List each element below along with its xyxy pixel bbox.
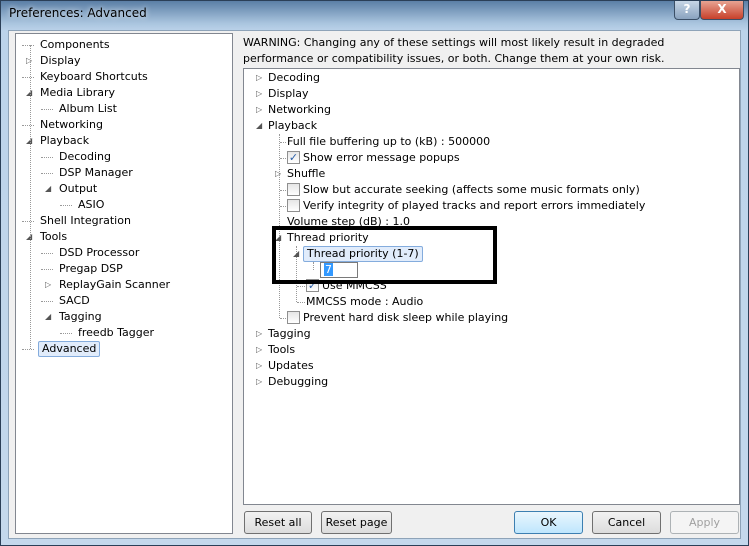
help-button[interactable]: ? — [674, 1, 700, 20]
warning-text: WARNING: Changing any of these settings … — [243, 36, 665, 65]
cancel-button[interactable]: Cancel — [592, 511, 661, 534]
page-tree-label: Keyboard Shortcuts — [40, 70, 148, 83]
slow-seek-label: Slow but accurate seeking (affects some … — [303, 183, 640, 196]
expand-icon[interactable]: ▷ — [256, 358, 264, 374]
page-tree-label: SACD — [59, 294, 90, 307]
page-tree-item[interactable]: ◢ Media Library — [26, 85, 115, 101]
page-tree-label: Media Library — [40, 86, 115, 99]
page-tree-label: freedb Tagger — [78, 326, 155, 339]
setting-buffering[interactable]: Full file buffering up to (kB) : 500000 — [287, 134, 490, 150]
node-tagging[interactable]: Tagging — [268, 327, 311, 340]
page-tree-label: Tagging — [59, 310, 102, 323]
collapse-icon[interactable]: ◢ — [45, 309, 53, 325]
node-shuffle[interactable]: Shuffle — [287, 167, 325, 180]
page-tree-item[interactable]: DSD Processor — [41, 245, 140, 261]
show-errors-label: Show error message popups — [303, 151, 460, 164]
node-decoding[interactable]: Decoding — [268, 71, 320, 84]
page-tree-label: Tools — [40, 230, 68, 243]
verify-checkbox[interactable] — [287, 199, 300, 212]
expand-icon[interactable]: ▷ — [256, 86, 264, 102]
page-tree-item[interactable]: SACD — [41, 293, 90, 309]
verify-label: Verify integrity of played tracks and re… — [303, 199, 646, 212]
show-errors-checkbox[interactable]: ✓ — [287, 151, 300, 164]
page-tree-label: Decoding — [59, 150, 112, 163]
node-playback[interactable]: Playback — [268, 119, 317, 132]
page-tree-label: Shell Integration — [40, 214, 131, 227]
expand-icon[interactable]: ▷ — [256, 342, 264, 358]
page-tree-item[interactable]: ASIO — [60, 197, 105, 213]
page-tree-item[interactable]: freedb Tagger — [60, 325, 155, 341]
highlight-box — [272, 226, 497, 284]
collapse-icon[interactable]: ◢ — [45, 181, 53, 197]
slow-seek-checkbox[interactable] — [287, 183, 300, 196]
expand-icon[interactable]: ▷ — [275, 166, 283, 182]
page-tree-label: ASIO — [78, 198, 105, 211]
expand-icon[interactable]: ▷ — [45, 277, 53, 293]
expand-icon[interactable]: ▷ — [256, 326, 264, 342]
page-tree-label: DSD Processor — [59, 246, 140, 259]
expand-icon[interactable]: ▷ — [256, 70, 264, 86]
expand-icon[interactable]: ▷ — [256, 374, 264, 390]
page-tree-item[interactable]: Components — [22, 37, 110, 53]
page-tree-label: Components — [40, 38, 110, 51]
page-tree-label: Advanced — [38, 341, 101, 357]
page-tree-item[interactable]: Pregap DSP — [41, 261, 123, 277]
node-tools[interactable]: Tools — [268, 343, 295, 356]
window-title: Preferences: Advanced — [9, 6, 147, 20]
ok-button[interactable]: OK — [514, 511, 583, 534]
prevent-sleep-label: Prevent hard disk sleep while playing — [303, 311, 509, 324]
page-tree-label: Playback — [40, 134, 90, 147]
node-debugging[interactable]: Debugging — [268, 375, 328, 388]
page-tree-label: Pregap DSP — [59, 262, 123, 275]
page-tree-label: Output — [59, 182, 98, 195]
expand-icon[interactable]: ▷ — [256, 102, 264, 118]
page-tree-item[interactable]: ▷ ReplayGain Scanner — [45, 277, 170, 293]
page-tree-item[interactable]: Keyboard Shortcuts — [22, 69, 148, 85]
page-tree-item[interactable]: Advanced — [22, 341, 101, 357]
page-tree-item[interactable]: ◢ Tagging — [45, 309, 102, 325]
node-updates[interactable]: Updates — [268, 359, 314, 372]
page-tree-label: Album List — [59, 102, 117, 115]
page-tree-item[interactable]: ◢ Playback — [26, 133, 89, 149]
page-tree-item[interactable]: Album List — [41, 101, 117, 117]
close-button[interactable]: X — [700, 1, 744, 20]
page-tree-item[interactable]: ◢ Output — [45, 181, 97, 197]
page-tree-label: Networking — [40, 118, 103, 131]
page-tree-item[interactable]: Decoding — [41, 149, 112, 165]
reset-page-button[interactable]: Reset page — [321, 511, 392, 534]
prevent-sleep-checkbox[interactable] — [287, 311, 300, 324]
setting-mmcss-mode[interactable]: MMCSS mode : Audio — [306, 294, 423, 310]
node-display[interactable]: Display — [268, 87, 309, 100]
node-networking[interactable]: Networking — [268, 103, 331, 116]
collapse-icon[interactable]: ◢ — [256, 118, 264, 134]
page-tree-label: ReplayGain Scanner — [59, 278, 170, 291]
page-tree-label: Display — [40, 54, 81, 67]
reset-all-button[interactable]: Reset all — [244, 511, 312, 534]
page-tree-label: DSP Manager — [59, 166, 133, 179]
apply-button[interactable]: Apply — [670, 511, 739, 534]
page-tree-item[interactable]: ▷ Display — [26, 53, 81, 69]
page-tree-item[interactable]: Networking — [22, 117, 103, 133]
page-tree-item[interactable]: ◢ Tools — [26, 229, 67, 245]
page-tree-item[interactable]: DSP Manager — [41, 165, 133, 181]
page-tree-item[interactable]: Shell Integration — [22, 213, 131, 229]
